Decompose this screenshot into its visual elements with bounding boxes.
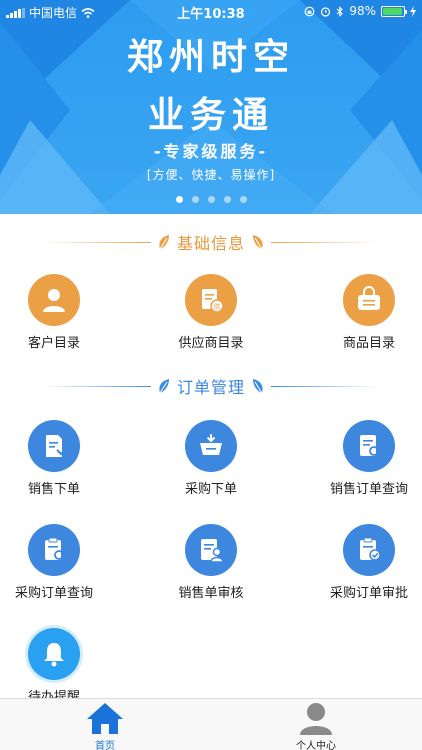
tab-profile[interactable]: 个人中心 [256,699,376,750]
battery-percent: 98% [349,4,376,18]
divider-line [42,241,151,243]
alarm-icon [321,6,331,17]
menu-item-todo-reminder[interactable]: 待办提醒 [0,628,124,708]
divider-line [271,385,379,387]
battery-icon [381,5,407,17]
menu-item-sales-order-query[interactable]: 销售订单查询 [299,420,422,500]
banner-subtitle: [方便、快捷、易操作] [146,168,276,182]
leaf-icon [159,379,169,394]
menu-item-purchase-order-approval[interactable]: 采购订单审批 [299,524,422,604]
carousel-dot[interactable] [175,196,183,203]
tab-label: 首页 [95,741,115,750]
status-bar: 中国电信 上午10:38 98% [0,0,422,22]
tab-home[interactable]: 首页 [45,699,165,750]
divider-line [271,241,379,243]
menu-item-label: 采购订单查询 [14,586,93,601]
menu-item-label: 销售单审核 [178,586,244,601]
carousel-dot[interactable] [223,196,231,203]
leaf-icon [253,235,263,250]
svg-text:供: 供 [214,302,221,311]
section-header-basic-info: 基础信息 [0,230,422,254]
product-icon [358,286,380,310]
sales-review-icon [201,539,224,563]
supplier-icon: 供 [202,289,224,313]
tab-bar: 首页 个人中心 [0,698,422,750]
section-title: 基础信息 [176,234,245,253]
menu-item-label: 销售下单 [27,482,80,497]
purchase-order-icon [200,434,222,455]
sales-order-icon [46,435,66,457]
banner-tagline: -专家级服务- [153,142,269,161]
tab-label: 个人中心 [296,741,336,750]
menu-item-purchase-order[interactable]: 采购下单 [141,420,281,500]
menu-item-sales-order[interactable]: 销售下单 [0,420,124,500]
menu-item-label: 客户目录 [27,336,80,351]
bluetooth-icon [336,5,344,17]
menu-item-label: 销售订单查询 [329,482,408,497]
section-title: 订单管理 [176,378,245,397]
bell-icon [44,643,64,667]
home-icon [87,703,123,734]
purchase-approve-icon [360,537,381,561]
menu-item-label: 商品目录 [342,336,395,351]
carousel-dot[interactable] [191,196,199,203]
banner-title-line2: 业务通 [147,94,274,136]
sales-query-icon [360,435,381,458]
leaf-icon [159,235,169,250]
menu-item-label: 采购下单 [184,482,237,497]
menu-item-label: 供应商目录 [178,336,244,351]
customer-icon [43,289,65,312]
menu-item-sales-order-review[interactable]: 销售单审核 [141,524,281,604]
charging-icon [410,5,416,17]
leaf-icon [253,379,263,394]
menu-item-purchase-order-query[interactable]: 采购订单查询 [0,524,124,604]
user-icon [300,703,332,735]
carousel-dot[interactable] [239,196,247,203]
menu-item-product-directory[interactable]: 商品目录 [299,274,422,354]
carousel-indicator[interactable] [0,196,422,203]
banner-carousel[interactable]: 郑州时空 业务通 -专家级服务- [方便、快捷、易操作] [0,0,422,214]
menu-item-customer-directory[interactable]: 客户目录 [0,274,124,354]
menu-item-label: 采购订单审批 [329,586,408,601]
section-header-order-management: 订单管理 [0,374,422,398]
purchase-query-icon [45,537,66,562]
divider-line [42,385,151,387]
menu-item-supplier-directory[interactable]: 供 供应商目录 [141,274,281,354]
carousel-dot[interactable] [207,196,215,203]
rotation-lock-icon [304,6,315,16]
banner-title-line1: 郑州时空 [126,36,295,78]
